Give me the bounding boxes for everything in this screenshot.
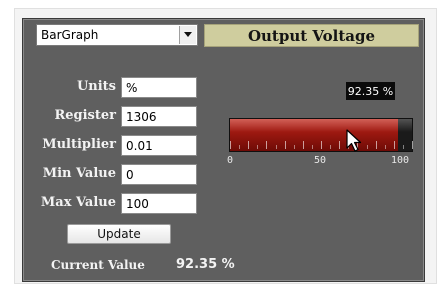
bar-gauge-tick xyxy=(403,145,404,149)
bar-gauge-tick xyxy=(266,141,267,149)
bar-gauge-tick xyxy=(285,141,286,149)
update-button[interactable]: Update xyxy=(67,224,171,244)
chevron-down-icon xyxy=(184,32,192,37)
scale-label-mid: 50 xyxy=(314,155,327,166)
bar-gauge-tick xyxy=(230,141,231,149)
gauge-readout: 92.35 % xyxy=(346,82,395,100)
register-label: Register xyxy=(54,108,116,123)
current-value-label: Current Value xyxy=(51,258,145,272)
bar-gauge-tick xyxy=(312,145,313,149)
scale-label-max: 100 xyxy=(391,155,410,166)
multiplier-label: Multiplier xyxy=(42,137,116,152)
bar-gauge-tick xyxy=(248,141,249,149)
bar-gauge-tick xyxy=(376,141,377,149)
bar-gauge-tick xyxy=(367,145,368,149)
dropdown-button[interactable] xyxy=(179,26,196,44)
bar-gauge-gloss xyxy=(230,119,412,132)
current-value: 92.35 % xyxy=(176,257,235,272)
max-value-label: Max Value xyxy=(40,195,116,210)
bar-gauge-tick xyxy=(394,141,395,149)
bar-gauge-tick xyxy=(276,145,277,149)
widget-type-select[interactable]: BarGraph xyxy=(36,24,198,46)
min-value-field[interactable]: 0 xyxy=(121,164,197,185)
register-field[interactable]: 1306 xyxy=(121,106,197,127)
bar-gauge-track xyxy=(229,118,413,152)
units-field[interactable]: % xyxy=(121,77,197,98)
bar-gauge-tick xyxy=(385,145,386,149)
max-value-field[interactable]: 100 xyxy=(121,193,197,214)
bar-gauge-tick xyxy=(321,141,322,149)
bar-gauge-tick xyxy=(339,141,340,149)
bar-gauge-tick xyxy=(294,145,295,149)
units-label: Units xyxy=(76,79,116,94)
mouse-pointer-icon xyxy=(346,129,362,152)
bar-gauge-tick xyxy=(239,145,240,149)
scale-label-min: 0 xyxy=(227,155,234,166)
bar-gauge-tick xyxy=(412,141,413,149)
multiplier-field[interactable]: 0.01 xyxy=(121,135,197,156)
bar-gauge-tick xyxy=(330,145,331,149)
min-value-label: Min Value xyxy=(42,166,116,181)
widget-type-value: BarGraph xyxy=(41,28,99,42)
bar-gauge-tick xyxy=(257,145,258,149)
widget-title: Output Voltage xyxy=(204,24,419,47)
bar-gauge-tick xyxy=(303,141,304,149)
